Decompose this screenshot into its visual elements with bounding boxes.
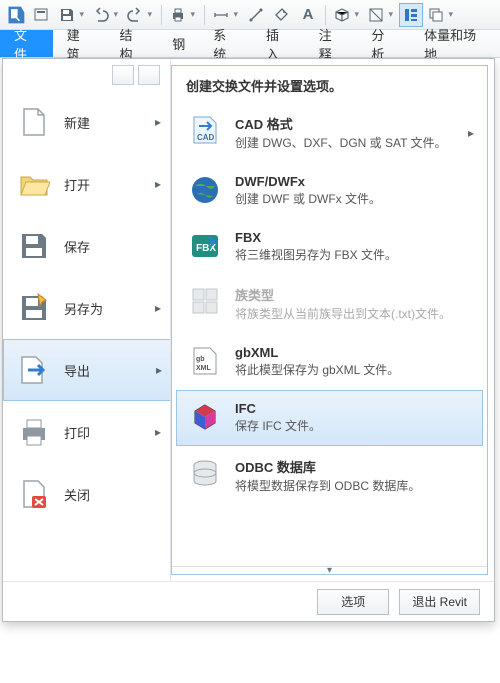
options-button[interactable]: 选项 — [317, 589, 389, 615]
tab-insert[interactable]: 插入 — [252, 30, 305, 57]
file-menu-label: 保存 — [64, 237, 90, 256]
detail-item-desc: 保存 IFC 文件。 — [235, 418, 470, 435]
chevron-right-icon: ▸ — [155, 115, 161, 129]
detail-item-title: 族类型 — [235, 285, 470, 304]
detail-item-desc: 将模型数据保存到 ODBC 数据库。 — [235, 478, 470, 495]
file-menu-new[interactable]: 新建 ▸ — [3, 91, 170, 153]
chevron-right-icon: ▸ — [156, 363, 162, 377]
open-docs-btn[interactable] — [138, 65, 160, 85]
tag-icon[interactable] — [270, 3, 294, 27]
file-menu-footer: 选项 退出 Revit — [3, 581, 494, 621]
tab-analyze[interactable]: 分析 — [357, 30, 410, 57]
file-menu-save[interactable]: 保存 — [3, 215, 170, 277]
3d-view-icon[interactable] — [331, 3, 363, 27]
tab-steel[interactable]: 钢 — [158, 30, 199, 57]
file-menu-label: 导出 — [64, 361, 90, 380]
detail-item-title: ODBC 数据库 — [235, 457, 470, 476]
cad-file-icon: CAD — [189, 114, 221, 146]
chevron-right-icon: ▸ — [155, 177, 161, 191]
detail-item-desc: 创建 DWG、DXF、DGN 或 SAT 文件。 — [235, 135, 470, 152]
detail-item-desc: 将三维视图另存为 FBX 文件。 — [235, 247, 470, 264]
ifc-icon — [189, 401, 221, 433]
odbc-database-icon — [189, 457, 221, 489]
export-item-dwf[interactable]: DWF/DWFx 创建 DWF 或 DWFx 文件。 — [176, 163, 483, 219]
dimension-icon[interactable] — [244, 3, 268, 27]
section-icon[interactable] — [365, 3, 397, 27]
tab-structure[interactable]: 结构 — [105, 30, 158, 57]
measure-icon[interactable] — [210, 3, 242, 27]
redo-icon[interactable] — [124, 3, 156, 27]
fbx-icon: FBX — [189, 230, 221, 262]
svg-text:XML: XML — [196, 365, 212, 372]
quick-access-toolbar: A — [0, 0, 500, 30]
export-icon — [18, 354, 50, 386]
export-detail-pane: 创建交换文件并设置选项。 CAD CAD 格式 创建 DWG、DXF、DGN 或… — [171, 65, 488, 575]
export-item-fbx[interactable]: FBX FBX 将三维视图另存为 FBX 文件。 — [176, 219, 483, 275]
text-icon[interactable]: A — [296, 3, 320, 27]
detail-item-desc: 将族类型从当前族导出到文本(.txt)文件。 — [235, 306, 470, 323]
export-item-ifc[interactable]: IFC 保存 IFC 文件。 — [176, 390, 483, 446]
file-menu-print[interactable]: 打印 ▸ — [3, 401, 170, 463]
save-disk-icon — [18, 230, 50, 262]
chevron-right-icon: ▸ — [155, 301, 161, 315]
save-icon[interactable] — [56, 3, 88, 27]
export-item-family-types: 族类型 将族类型从当前族导出到文本(.txt)文件。 — [176, 274, 483, 334]
file-menu-label: 新建 — [64, 113, 90, 132]
file-menu-label: 打印 — [64, 423, 90, 442]
export-item-gbxml[interactable]: gbXML gbXML 将此模型保存为 gbXML 文件。 — [176, 334, 483, 390]
svg-text:gb: gb — [196, 356, 205, 363]
detail-item-title: CAD 格式 — [235, 114, 470, 133]
tab-architecture[interactable]: 建筑 — [53, 30, 106, 57]
tab-annotate[interactable]: 注释 — [305, 30, 358, 57]
file-menu-label: 另存为 — [64, 299, 103, 318]
family-types-icon — [189, 285, 221, 317]
detail-item-title: DWF/DWFx — [235, 174, 470, 189]
detail-item-title: gbXML — [235, 345, 470, 360]
window-icon[interactable] — [425, 3, 457, 27]
detail-item-title: FBX — [235, 230, 470, 245]
tab-systems[interactable]: 系统 — [199, 30, 252, 57]
export-item-cad[interactable]: CAD CAD 格式 创建 DWG、DXF、DGN 或 SAT 文件。 ▸ — [176, 103, 483, 163]
file-menu-saveas[interactable]: 另存为 ▸ — [3, 277, 170, 339]
new-file-icon — [18, 106, 50, 138]
properties-panel-icon[interactable] — [399, 3, 423, 27]
scroll-down-hint[interactable] — [172, 566, 487, 574]
dwf-globe-icon — [189, 174, 221, 206]
svg-text:CAD: CAD — [197, 133, 215, 142]
open-folder-icon — [18, 168, 50, 200]
chevron-right-icon: ▸ — [155, 425, 161, 439]
file-menu-panel: 新建 ▸ 打开 ▸ 保存 另存为 ▸ — [2, 58, 495, 622]
detail-pane-title: 创建交换文件并设置选项。 — [172, 66, 487, 103]
exit-revit-button[interactable]: 退出 Revit — [399, 589, 480, 615]
app-icon[interactable] — [4, 3, 28, 27]
gbxml-icon: gb XML — [189, 345, 221, 377]
ribbon-tabs: 文件 建筑 结构 钢 系统 插入 注释 分析 体量和场地 — [0, 30, 500, 58]
print-icon[interactable] — [167, 3, 199, 27]
file-menu-label: 打开 — [64, 175, 90, 194]
recent-docs-btn[interactable] — [112, 65, 134, 85]
saveas-disk-icon — [18, 292, 50, 324]
detail-item-desc: 将此模型保存为 gbXML 文件。 — [235, 362, 470, 379]
tab-massing[interactable]: 体量和场地 — [410, 30, 500, 57]
file-menu-open[interactable]: 打开 ▸ — [3, 153, 170, 215]
file-menu-export[interactable]: 导出 ▸ — [3, 339, 170, 401]
open-icon[interactable] — [30, 3, 54, 27]
file-menu-list: 新建 ▸ 打开 ▸ 保存 另存为 ▸ — [3, 59, 171, 581]
file-menu-label: 关闭 — [64, 485, 90, 504]
file-menu-close[interactable]: 关闭 — [3, 463, 170, 525]
tab-file[interactable]: 文件 — [0, 30, 53, 57]
detail-item-title: IFC — [235, 401, 470, 416]
undo-icon[interactable] — [90, 3, 122, 27]
printer-icon — [18, 416, 50, 448]
svg-text:FBX: FBX — [196, 243, 216, 254]
chevron-right-icon: ▸ — [468, 126, 474, 140]
close-doc-icon — [18, 478, 50, 510]
export-item-odbc[interactable]: ODBC 数据库 将模型数据保存到 ODBC 数据库。 — [176, 446, 483, 506]
detail-item-desc: 创建 DWF 或 DWFx 文件。 — [235, 191, 470, 208]
